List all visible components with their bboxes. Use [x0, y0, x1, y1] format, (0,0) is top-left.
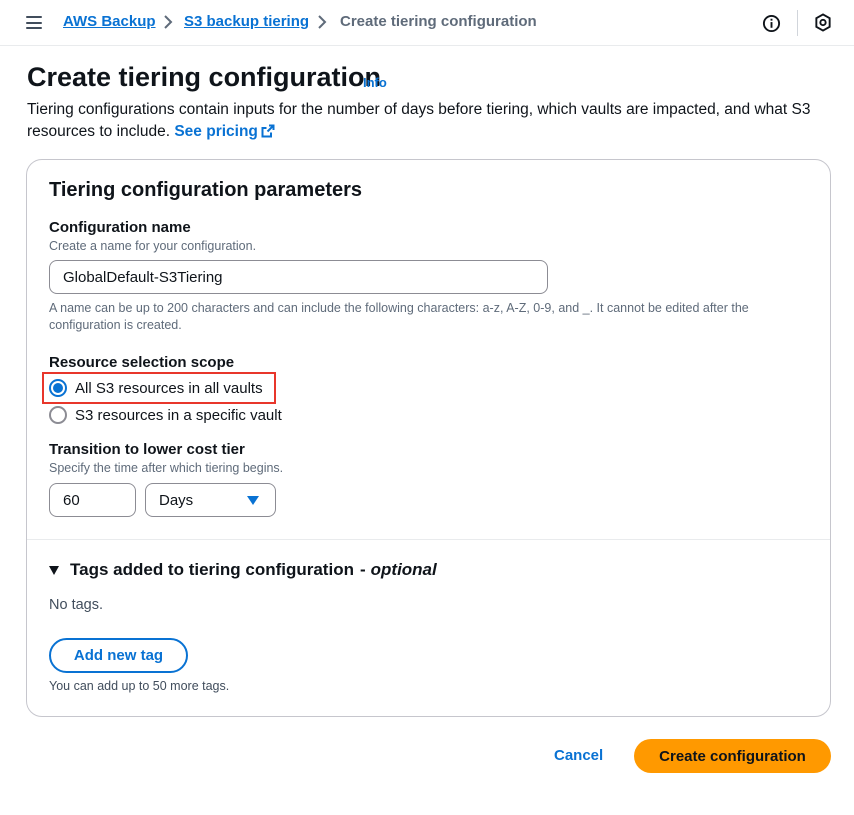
hexagon-icon[interactable]: [814, 13, 832, 32]
config-name-description: Create a name for your configuration.: [49, 239, 257, 253]
section-title: Tiering configuration parameters: [49, 179, 363, 201]
info-circle-icon[interactable]: [762, 14, 781, 33]
caret-down-icon: [247, 496, 259, 505]
transition-unit-value: Days: [159, 491, 194, 509]
see-pricing-label: See pricing: [174, 123, 258, 140]
menu-icon[interactable]: [26, 16, 42, 29]
radio-button[interactable]: [49, 406, 67, 424]
config-name-input[interactable]: GlobalDefault-S3Tiering: [49, 260, 548, 294]
transition-label: Transition to lower cost tier: [49, 441, 245, 458]
create-configuration-button[interactable]: Create configuration: [634, 739, 831, 773]
breadcrumb-s3-backup-tiering[interactable]: S3 backup tiering: [184, 13, 309, 30]
tags-optional: optional: [370, 560, 437, 579]
config-name-label: Configuration name: [49, 219, 191, 236]
transition-description: Specify the time after which tiering beg…: [49, 461, 284, 475]
section-divider: [27, 539, 830, 540]
no-tags-text: No tags.: [49, 597, 103, 613]
tags-title-separator: -: [359, 560, 366, 579]
chevron-right-icon: [318, 15, 327, 29]
add-new-tag-button[interactable]: Add new tag: [49, 638, 188, 673]
see-pricing-link[interactable]: See pricing: [174, 123, 275, 140]
radio-all-vaults[interactable]: All S3 resources in all vaults: [49, 379, 263, 397]
chevron-right-icon: [164, 15, 173, 29]
breadcrumb-aws-backup[interactable]: AWS Backup: [63, 13, 156, 30]
radio-button-checked[interactable]: [49, 379, 67, 397]
tags-hint: You can add up to 50 more tags.: [49, 679, 230, 693]
cancel-button[interactable]: Cancel: [554, 747, 603, 764]
transition-unit-select[interactable]: Days: [145, 483, 276, 517]
page-title: Create tiering configuration: [27, 62, 382, 92]
page-description: Tiering configurations contain inputs fo…: [27, 99, 827, 143]
toolbar-divider: [797, 10, 798, 36]
tags-title: Tags added to tiering configuration: [70, 560, 354, 579]
description-text: Tiering configurations contain inputs fo…: [27, 101, 811, 140]
external-link-icon: [261, 124, 275, 138]
caret-down-icon: [49, 565, 59, 575]
top-navigation-bar: AWS Backup S3 backup tiering Create tier…: [0, 0, 854, 46]
scope-label: Resource selection scope: [49, 354, 235, 371]
transition-days-input[interactable]: 60: [49, 483, 136, 517]
info-link[interactable]: Info: [363, 75, 387, 90]
radio-specific-vault-label: S3 resources in a specific vault: [75, 406, 282, 424]
tags-expander[interactable]: Tags added to tiering configuration - op…: [49, 560, 437, 580]
config-name-hint: A name can be up to 200 characters and c…: [49, 301, 749, 332]
radio-all-vaults-label: All S3 resources in all vaults: [75, 379, 263, 397]
breadcrumb-current: Create tiering configuration: [340, 13, 537, 30]
radio-specific-vault[interactable]: S3 resources in a specific vault: [49, 406, 282, 424]
